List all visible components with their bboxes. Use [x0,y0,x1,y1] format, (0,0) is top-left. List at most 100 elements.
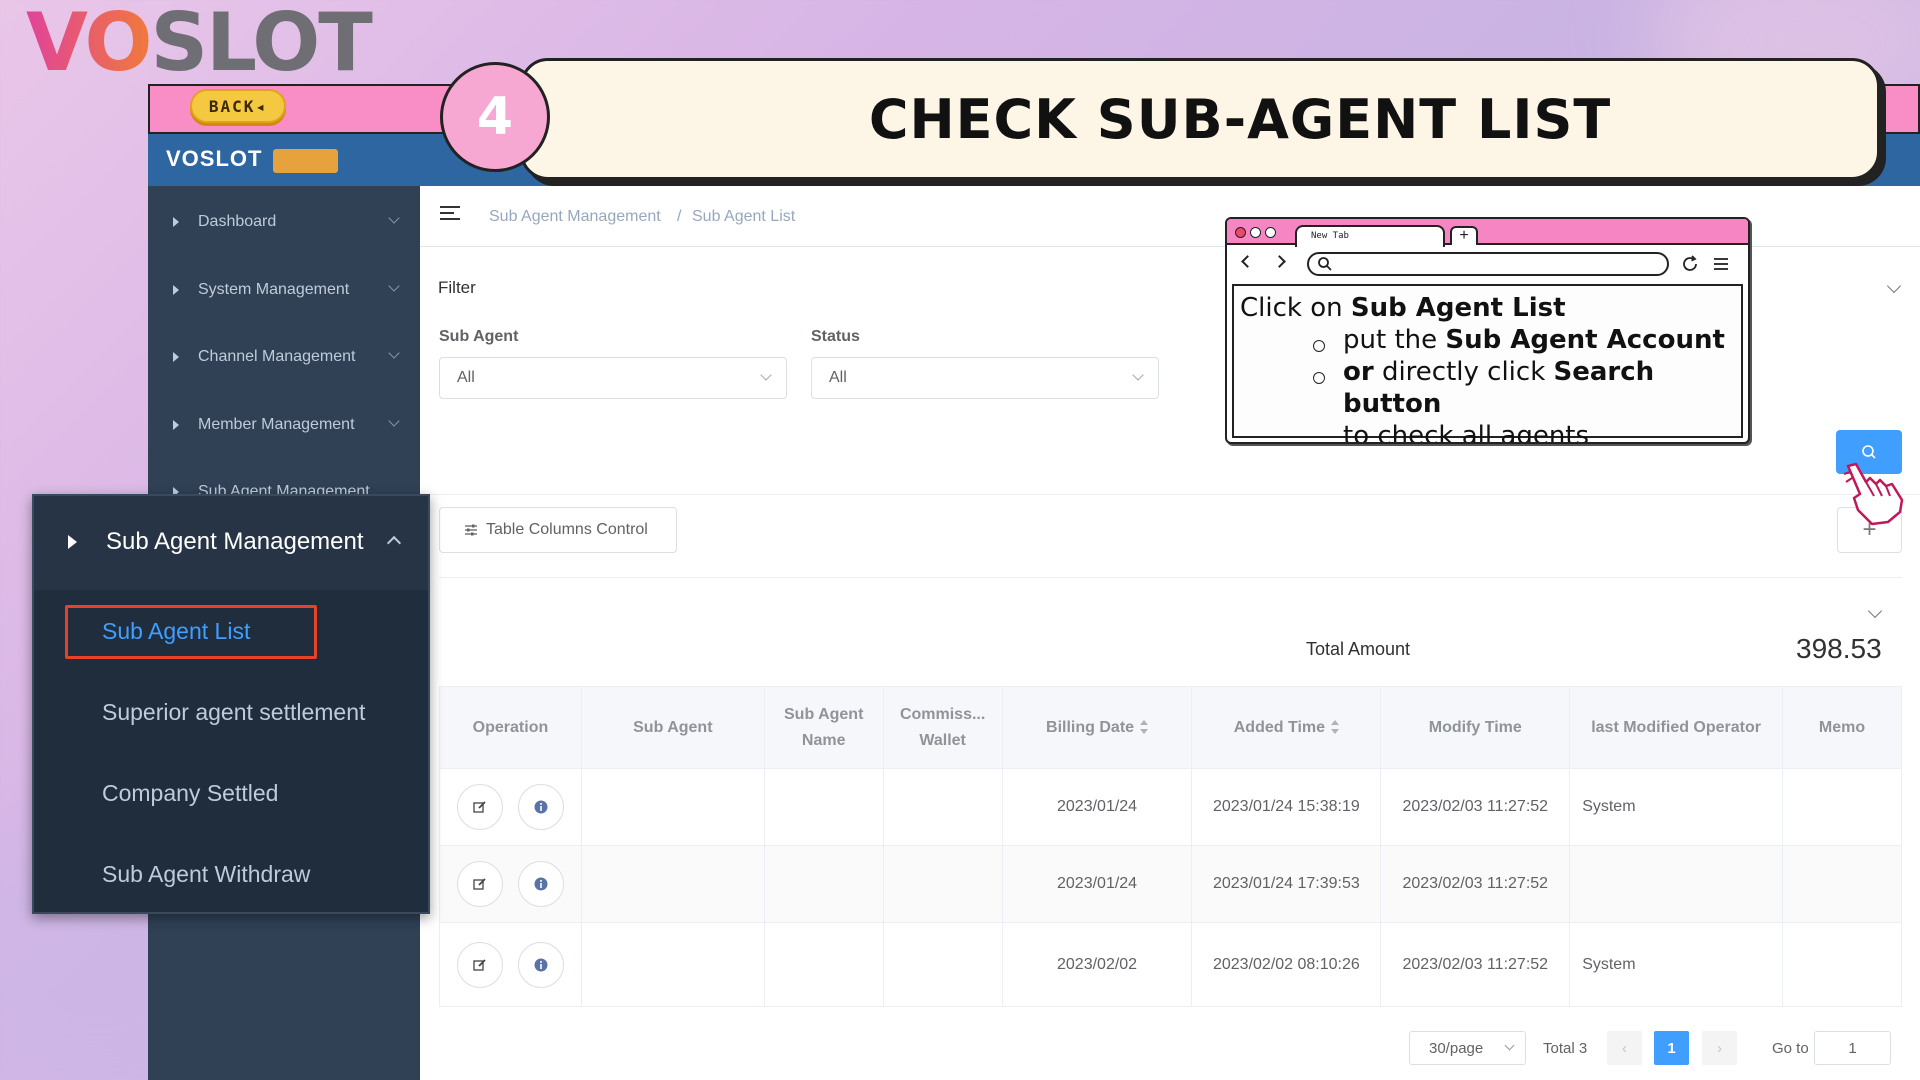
operator-cell: System [1569,768,1784,846]
window-dot-icon [1265,227,1276,238]
sidebar-item-channel-management[interactable]: Channel Management [148,337,420,377]
submenu-item-sub-agent-list[interactable]: Sub Agent List [102,618,250,645]
next-page-button[interactable]: › [1702,1031,1737,1065]
commission-wallet-cell [882,768,1003,846]
table-row: 2023/01/24 2023/01/24 15:38:19 2023/02/0… [439,768,1902,846]
back-button[interactable]: BACK◂ [190,89,286,123]
address-bar [1307,252,1669,276]
memo-cell [1782,922,1902,1007]
goto-page-input[interactable]: 1 [1814,1031,1891,1065]
chevron-left-icon: ‹ [1622,1039,1627,1057]
info-icon [534,877,548,891]
status-label: Status [811,328,860,345]
prev-page-button[interactable]: ‹ [1607,1031,1642,1065]
col-operation: Operation [439,686,582,769]
sub-agent-select[interactable]: All [439,357,787,399]
search-icon [1318,257,1332,271]
caret-right-icon [68,535,77,549]
callout-bold-text: Sub Agent Account [1445,325,1725,355]
col-sub-agent-name: Sub Agent Name [763,686,884,769]
edit-icon [473,801,486,813]
bullet-icon [1313,372,1325,384]
section-divider [420,494,1920,495]
col-header-line: Wallet [919,731,966,749]
billing-date-cell: 2023/01/24 [1001,845,1193,923]
col-sub-agent: Sub Agent [580,686,765,769]
instruction-callout: New Tab + Click on Sub Agent List put th… [1225,217,1750,444]
col-modify-time: Modify Time [1380,686,1571,769]
sidebar-item-label: Member Management [198,416,355,433]
step-title: CHECK SUB-AGENT LIST [868,87,1612,151]
operation-cell [439,768,582,846]
table-row: 2023/01/24 2023/01/24 17:39:53 2023/02/0… [439,845,1902,923]
operator-cell [1569,845,1784,923]
modify-time-cell: 2023/02/03 11:27:52 [1380,845,1571,923]
total-amount-label: Total Amount [1306,639,1411,659]
forward-arrow-icon [1273,255,1286,268]
table-columns-control-label: Table Columns Control [486,521,648,538]
section-divider [439,577,1902,578]
page-size-select[interactable]: 30/page [1409,1031,1526,1065]
sort-icon[interactable] [1140,720,1149,735]
page-number-button[interactable]: 1 [1654,1031,1689,1065]
sub-agent-label: Sub Agent [439,328,519,345]
col-billing-date[interactable]: Billing Date [1001,686,1193,769]
billing-date-cell: 2023/01/24 [1001,768,1193,846]
chevron-down-icon [1504,1040,1515,1051]
breadcrumb-item[interactable]: Sub Agent Management [489,208,661,226]
submenu-item-sub-agent-withdraw[interactable]: Sub Agent Withdraw [102,861,310,888]
chevron-down-icon [760,369,772,381]
chevron-right-icon: › [1717,1039,1722,1057]
submenu-header[interactable]: Sub Agent Management [34,496,428,590]
chevron-down-icon [388,415,400,427]
col-header-line: Name [801,731,846,749]
hamburger-icon[interactable] [440,206,460,224]
info-icon [534,958,548,971]
total-amount-value: 398.53 [1796,633,1882,664]
modify-time-cell: 2023/02/03 11:27:52 [1380,922,1571,1007]
submenu-item-superior-agent-settlement[interactable]: Superior agent settlement [102,699,365,726]
sub-agent-name-cell [763,922,884,1007]
sidebar-item-dashboard[interactable]: Dashboard [148,202,420,242]
submenu-item-company-settled[interactable]: Company Settled [102,780,278,807]
memo-cell [1782,845,1902,923]
breadcrumb-current: Sub Agent List [692,208,796,225]
table-header-row: Operation Sub Agent Sub Agent Name Commis… [439,686,1902,769]
status-select[interactable]: All [811,357,1159,399]
callout-bold-text: or [1343,357,1374,387]
table-columns-control-button[interactable]: Table Columns Control [439,507,677,553]
col-last-operator: last Modified Operator [1569,686,1784,769]
info-button[interactable] [517,861,564,907]
edit-button[interactable] [457,941,504,988]
info-button[interactable] [517,941,564,988]
callout-line-1: Click on Sub Agent List [1240,292,1741,324]
sidebar-item-label: System Management [198,281,350,298]
sub-agent-table: Operation Sub Agent Sub Agent Name Commis… [439,686,1902,1007]
col-header-line: Commiss... [899,705,986,723]
pagination-total: Total 3 [1543,1039,1588,1057]
sidebar-item-member-management[interactable]: Member Management [148,405,420,445]
commission-wallet-cell [882,922,1003,1007]
chevron-down-icon [388,212,400,224]
col-added-time[interactable]: Added Time [1191,686,1382,769]
edit-button[interactable] [457,784,504,830]
info-button[interactable] [517,784,564,830]
callout-bold-text: Sub Agent List [1350,293,1566,323]
sidebar-item-system-management[interactable]: System Management [148,270,420,310]
col-commission-wallet: Commiss... Wallet [882,686,1003,769]
goto-label: Go to [1772,1039,1809,1057]
added-time-cell: 2023/01/24 15:38:19 [1191,768,1382,846]
edit-icon [473,878,486,890]
col-memo: Memo [1782,686,1902,769]
operation-cell [439,845,582,923]
edit-button[interactable] [457,861,504,907]
menu-icon [1714,258,1728,270]
added-time-cell: 2023/02/02 08:10:26 [1191,922,1382,1007]
sort-icon[interactable] [1331,720,1340,735]
brand-tag [273,149,338,173]
submenu-title: Sub Agent Management [106,528,364,555]
chevron-down-icon [388,347,400,359]
modify-time-cell: 2023/02/03 11:27:52 [1380,768,1571,846]
browser-tab: New Tab [1295,225,1445,247]
caret-right-icon [173,352,179,362]
